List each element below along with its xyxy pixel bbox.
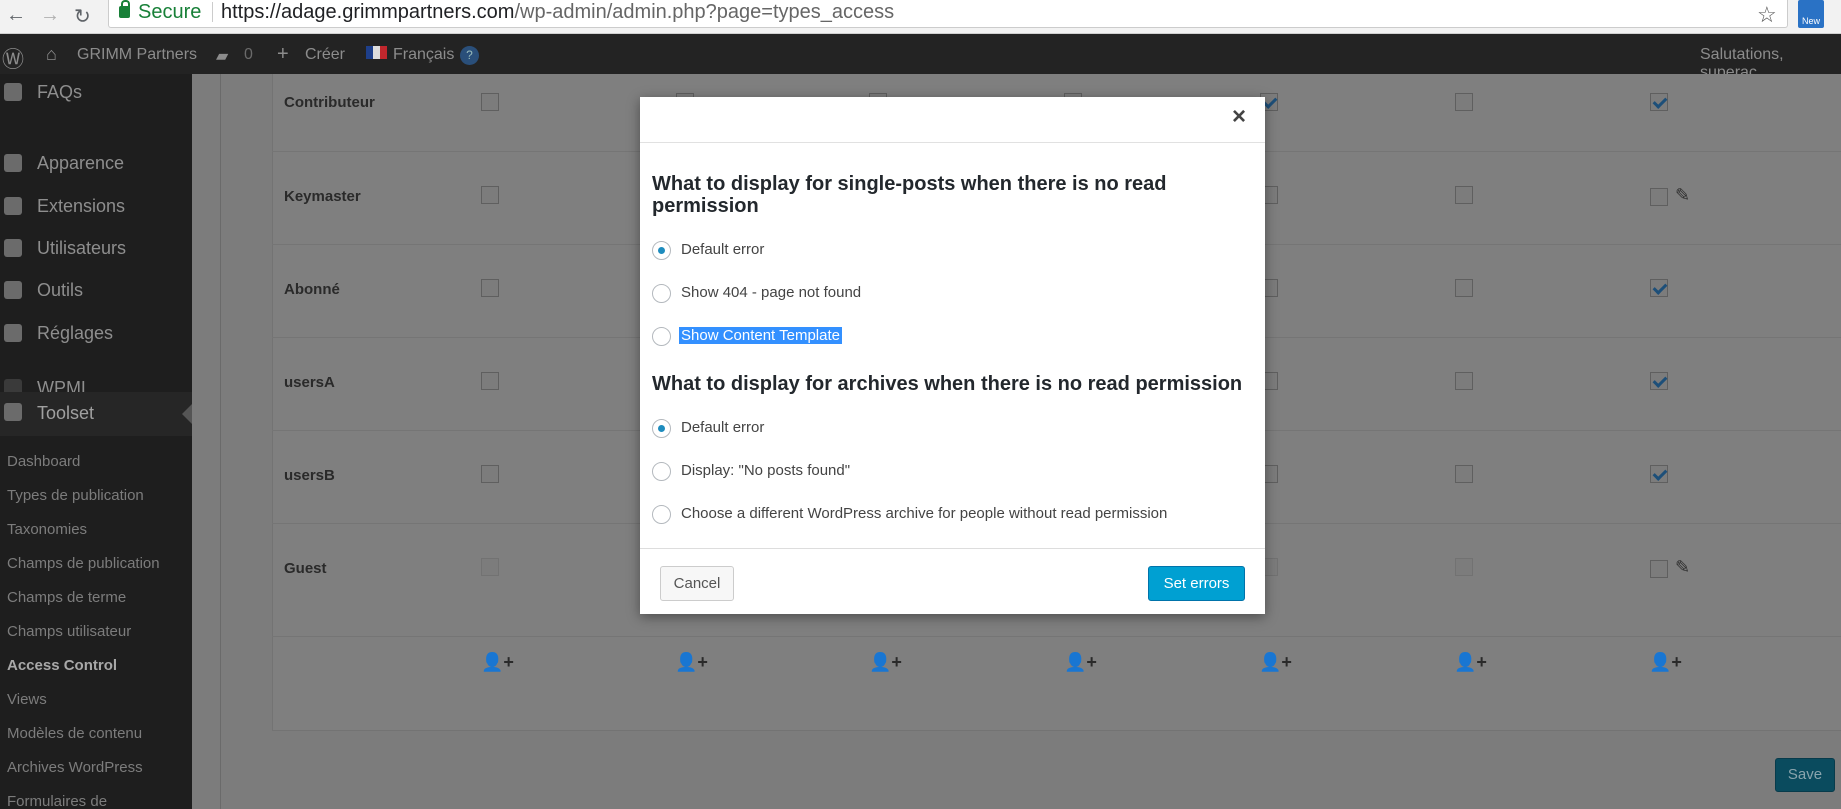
radio-button[interactable] xyxy=(652,419,671,438)
comments-count: 0 xyxy=(244,46,253,63)
cancel-button[interactable]: Cancel xyxy=(660,566,734,601)
wrench-icon xyxy=(4,281,22,299)
edit-icon[interactable]: ✎ xyxy=(1675,557,1690,578)
menu-item-apparence[interactable]: Apparence xyxy=(0,145,192,185)
menu-item-faqs[interactable]: FAQs xyxy=(0,74,192,114)
lock-icon xyxy=(119,0,130,18)
plugin-icon xyxy=(4,197,22,215)
comment-icon[interactable]: ▰ xyxy=(216,46,228,66)
permission-checkbox[interactable] xyxy=(481,558,499,576)
menu-item-outils[interactable]: Outils xyxy=(0,272,192,312)
permission-checkbox[interactable] xyxy=(1650,372,1668,390)
menu-item-utilisateurs[interactable]: Utilisateurs xyxy=(0,230,192,270)
permission-checkbox[interactable] xyxy=(481,279,499,297)
single-posts-section-title: What to display for single-posts when th… xyxy=(652,173,1167,217)
submenu-modeles-de-contenu[interactable]: Modèles de contenu xyxy=(7,725,142,742)
add-user-icon[interactable]: 👤+ xyxy=(1064,652,1097,673)
permission-checkbox[interactable] xyxy=(1455,186,1473,204)
edit-icon[interactable]: ✎ xyxy=(1675,185,1690,206)
submenu-dashboard[interactable]: Dashboard xyxy=(7,453,80,470)
pin-icon xyxy=(4,83,22,101)
extension-icon[interactable]: New xyxy=(1798,0,1824,28)
radio-button[interactable] xyxy=(652,462,671,481)
add-user-icon[interactable]: 👤+ xyxy=(1259,652,1292,673)
reload-icon[interactable]: ↻ xyxy=(74,4,91,29)
bookmark-star-icon[interactable]: ☆ xyxy=(1757,2,1777,28)
save-button[interactable]: Save xyxy=(1775,758,1835,792)
permission-checkbox[interactable] xyxy=(1455,372,1473,390)
browser-toolbar: ← → ↻ Secure https://adage.grimmpartners… xyxy=(0,0,1841,34)
submenu-champs-de-publication[interactable]: Champs de publication xyxy=(7,555,160,572)
radio-button[interactable] xyxy=(652,241,671,260)
permission-checkbox[interactable] xyxy=(481,465,499,483)
add-user-icon[interactable]: 👤+ xyxy=(675,652,708,673)
radio-button[interactable] xyxy=(652,505,671,524)
role-label-contributeur: Contributeur xyxy=(284,94,375,111)
role-label-keymaster: Keymaster xyxy=(284,188,361,205)
permission-checkbox[interactable] xyxy=(1650,93,1668,111)
role-label-usersb: usersB xyxy=(284,467,335,484)
menu-item-reglages[interactable]: Réglages xyxy=(0,315,192,355)
menu-item-toolset[interactable]: Toolset xyxy=(0,392,192,436)
add-user-icon[interactable]: 👤+ xyxy=(1454,652,1487,673)
permission-checkbox[interactable] xyxy=(1455,279,1473,297)
submenu-types-de-publication[interactable]: Types de publication xyxy=(7,487,144,504)
brush-icon xyxy=(4,154,22,172)
permission-checkbox[interactable] xyxy=(1455,465,1473,483)
menu-item-extensions[interactable]: Extensions xyxy=(0,188,192,228)
permission-checkbox[interactable] xyxy=(1650,279,1668,297)
role-label-abonne: Abonné xyxy=(284,281,340,298)
settings-icon xyxy=(4,324,22,342)
submenu-champs-de-terme[interactable]: Champs de terme xyxy=(7,589,126,606)
add-user-icon[interactable]: 👤+ xyxy=(481,652,514,673)
url-text[interactable]: https://adage.grimmpartners.com/wp-admin… xyxy=(221,1,894,24)
language-switcher[interactable]: Français xyxy=(393,46,454,64)
address-bar[interactable]: Secure https://adage.grimmpartners.com/w… xyxy=(108,0,1788,28)
back-arrow-icon[interactable]: ← xyxy=(6,4,26,27)
close-icon[interactable]: × xyxy=(1232,103,1246,131)
permission-checkbox[interactable] xyxy=(1455,558,1473,576)
toolset-icon xyxy=(4,403,22,421)
forward-arrow-icon[interactable]: → xyxy=(40,4,60,27)
permission-checkbox[interactable] xyxy=(481,186,499,204)
submenu-taxonomies[interactable]: Taxonomies xyxy=(7,521,87,538)
role-label-guest: Guest xyxy=(284,560,327,577)
help-icon[interactable]: ? xyxy=(460,46,479,65)
radio-button[interactable] xyxy=(652,327,671,346)
home-icon: ⌂ xyxy=(46,44,57,64)
permission-checkbox[interactable] xyxy=(481,93,499,111)
create-link[interactable]: Créer xyxy=(305,46,345,64)
plus-icon: + xyxy=(277,43,289,65)
dialog-footer: Cancel Set errors xyxy=(640,548,1265,614)
permission-checkbox[interactable] xyxy=(1455,93,1473,111)
submenu-formulaires[interactable]: Formulaires de xyxy=(7,793,107,809)
submenu-archives-wordpress[interactable]: Archives WordPress xyxy=(7,759,143,776)
wp-admin-bar: Ⓦ ⌂ GRIMM Partners ▰ 0 + Créer Français … xyxy=(0,34,1841,81)
admin-sidebar: FAQs Apparence Extensions Utilisateurs O… xyxy=(0,74,192,809)
error-settings-dialog: × What to display for single-posts when … xyxy=(640,97,1265,614)
submenu-access-control[interactable]: Access Control xyxy=(7,657,117,674)
submenu-views[interactable]: Views xyxy=(7,691,47,708)
role-label-usersa: usersA xyxy=(284,374,335,391)
french-flag-icon xyxy=(366,46,387,64)
dialog-header: × xyxy=(640,97,1265,143)
set-errors-button[interactable]: Set errors xyxy=(1148,566,1245,601)
site-name-link[interactable]: GRIMM Partners xyxy=(77,46,197,64)
permission-checkbox[interactable] xyxy=(1650,188,1668,206)
radio-button[interactable] xyxy=(652,284,671,303)
archives-section-title: What to display for archives when there … xyxy=(652,373,1243,395)
permission-checkbox[interactable] xyxy=(481,372,499,390)
permission-checkbox[interactable] xyxy=(1650,560,1668,578)
permission-checkbox[interactable] xyxy=(1650,465,1668,483)
add-user-icon[interactable]: 👤+ xyxy=(869,652,902,673)
user-icon xyxy=(4,239,22,257)
wordpress-logo-icon[interactable]: Ⓦ xyxy=(2,42,24,74)
secure-indicator[interactable]: Secure xyxy=(119,0,201,24)
submenu-champs-utilisateur[interactable]: Champs utilisateur xyxy=(7,623,131,640)
add-user-icon[interactable]: 👤+ xyxy=(1649,652,1682,673)
